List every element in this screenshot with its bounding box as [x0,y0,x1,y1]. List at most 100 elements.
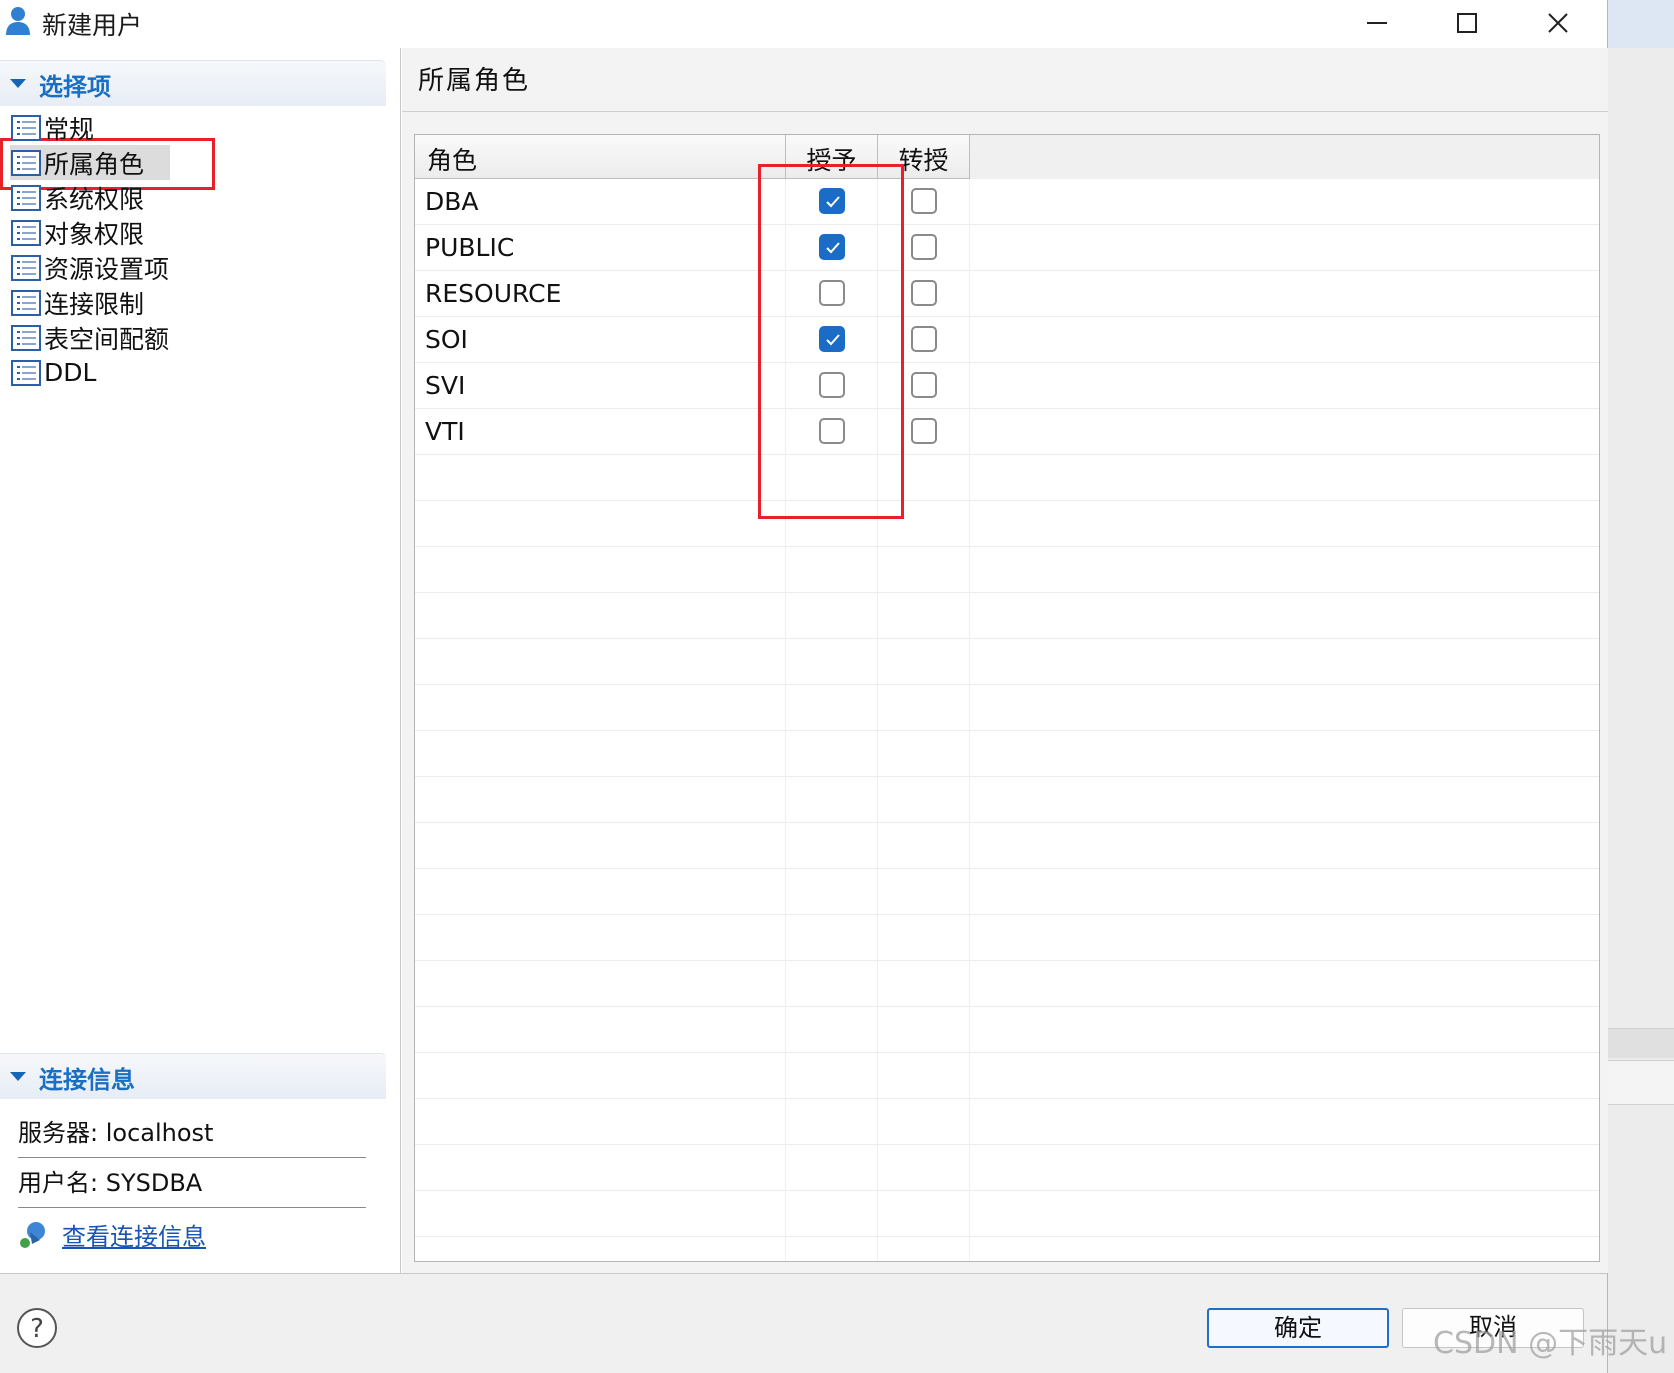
table-row [415,593,1599,639]
role-name-cell [415,547,786,593]
nav-item-label: DDL [44,358,97,387]
window-title: 新建用户 [42,11,143,40]
minimize-button[interactable] [1332,0,1422,46]
column-header-grant[interactable]: 授予 [786,135,878,179]
ok-button[interactable]: 确定 [1207,1308,1389,1348]
username-info: 用户名: SYSDBA [18,1158,366,1208]
table-row[interactable]: VTI [415,409,1599,455]
nav-item-resource-settings[interactable]: 资源设置项 [10,250,390,285]
transfer-cell [878,915,970,961]
title-bar: 新建用户 [0,0,1607,48]
checkmark-icon [826,242,840,254]
role-name-cell [415,1099,786,1145]
transfer-cell [878,317,970,363]
transfer-checkbox[interactable] [911,234,937,260]
nav-item-general[interactable]: 常规 [10,110,390,145]
transfer-cell [878,639,970,685]
grant-cell [786,1053,878,1099]
transfer-cell [878,685,970,731]
close-button[interactable] [1513,0,1603,46]
grant-checkbox[interactable] [819,372,845,398]
role-name-cell [415,639,786,685]
transfer-cell [878,961,970,1007]
grant-checkbox[interactable] [819,188,845,214]
nav-item-tablespace-quota[interactable]: 表空间配额 [10,320,390,355]
transfer-checkbox[interactable] [911,372,937,398]
nav-item-system-privileges[interactable]: 系统权限 [10,180,390,215]
table-row [415,1145,1599,1191]
grant-checkbox[interactable] [819,234,845,260]
transfer-checkbox[interactable] [911,280,937,306]
nav-item-ddl[interactable]: DDL [10,355,390,390]
table-row[interactable]: SOI [415,317,1599,363]
grant-cell [786,363,878,409]
nav-item-label: 表空间配额 [44,324,170,354]
role-name-cell: DBA [415,179,786,225]
role-name-cell [415,777,786,823]
grant-cell [786,1237,878,1261]
close-icon [1548,13,1568,33]
grant-cell [786,639,878,685]
new-user-dialog: 新建用户 选择项 常规 所属角色 系统权限 对象权限 资源设置项 连接限制 表空… [0,0,1608,1373]
grant-checkbox[interactable] [819,418,845,444]
minimize-icon [1367,22,1387,24]
grant-checkbox[interactable] [819,280,845,306]
table-row [415,1191,1599,1237]
grant-cell [786,225,878,271]
table-row [415,731,1599,777]
role-name-cell [415,823,786,869]
view-connection-link[interactable]: 查看连接信息 [62,1217,206,1252]
nav-item-roles[interactable]: 所属角色 [10,145,390,180]
transfer-checkbox[interactable] [911,326,937,352]
transfer-checkbox[interactable] [911,418,937,444]
nav-item-connection-limits[interactable]: 连接限制 [10,285,390,320]
transfer-cell [878,1191,970,1237]
table-row [415,685,1599,731]
column-header-role[interactable]: 角色 [415,135,786,179]
transfer-cell [878,823,970,869]
list-page-icon [11,149,41,176]
table-row [415,639,1599,685]
grant-cell [786,823,878,869]
dialog-button-bar: ? 确定 取消 [0,1273,1607,1373]
grant-cell [786,1145,878,1191]
list-page-icon [11,359,41,386]
view-connection-row: 查看连接信息 [18,1212,206,1256]
nav-item-label: 所属角色 [44,149,145,179]
transfer-cell [878,1099,970,1145]
table-row[interactable]: DBA [415,179,1599,225]
transfer-cell [878,179,970,225]
transfer-cell [878,777,970,823]
grant-checkbox[interactable] [819,326,845,352]
column-header-transfer[interactable]: 转授 [878,135,970,179]
background-strip [1608,1028,1674,1058]
transfer-cell [878,593,970,639]
table-row [415,547,1599,593]
transfer-cell [878,547,970,593]
maximize-button[interactable] [1422,0,1512,46]
expand-triangle-icon [10,1072,26,1081]
table-row[interactable]: PUBLIC [415,225,1599,271]
role-name-cell: SOI [415,317,786,363]
page-title: 所属角色 [418,66,531,96]
grant-cell [786,685,878,731]
connection-info-icon [20,1222,45,1248]
options-header-label: 选择项 [39,73,111,101]
transfer-cell [878,363,970,409]
transfer-cell [878,225,970,271]
connection-section-header[interactable]: 连接信息 [0,1053,386,1099]
transfer-checkbox[interactable] [911,188,937,214]
list-page-icon [11,184,41,211]
grant-cell [786,777,878,823]
table-row[interactable]: SVI [415,363,1599,409]
transfer-cell [878,869,970,915]
nav-item-label: 对象权限 [44,219,145,249]
background-strip [1608,0,1674,48]
nav-item-object-privileges[interactable]: 对象权限 [10,215,390,250]
table-body: DBA PUBLIC RESOURCE SOI SVI VTI [415,179,1599,1261]
table-row[interactable]: RESOURCE [415,271,1599,317]
role-name-cell [415,685,786,731]
options-section-header[interactable]: 选择项 [0,60,386,106]
help-icon[interactable]: ? [16,1307,58,1349]
left-panel: 选择项 常规 所属角色 系统权限 对象权限 资源设置项 连接限制 表空间配额 D… [0,48,401,1273]
